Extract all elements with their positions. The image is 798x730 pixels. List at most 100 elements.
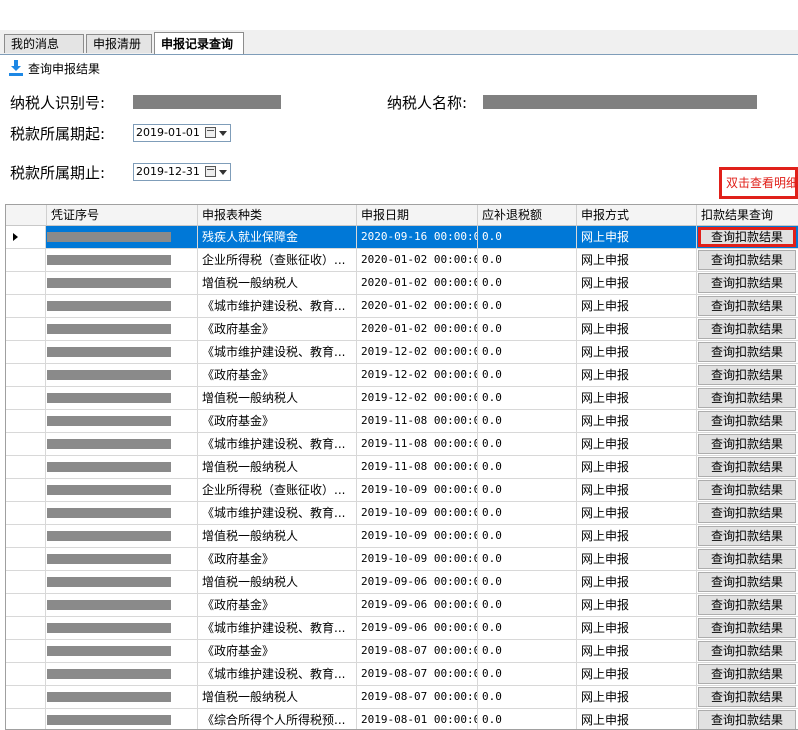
row-header[interactable] (6, 502, 46, 524)
col-declare-method[interactable]: 申报方式 (577, 205, 697, 225)
query-deduction-button[interactable]: 查询扣款结果 (698, 319, 796, 339)
row-header[interactable] (6, 433, 46, 455)
tab-declaration-list[interactable]: 申报清册 (86, 34, 152, 53)
tab-declaration-records[interactable]: 申报记录查询 (154, 32, 244, 54)
taxpayer-id-redacted (133, 95, 281, 109)
table-row[interactable]: 《政府基金》 2019-08-07 00:00:00 0.0 网上申报 查询扣款结果 (6, 640, 798, 663)
row-header[interactable] (6, 249, 46, 271)
calendar-icon[interactable] (205, 127, 216, 138)
query-deduction-button[interactable]: 查询扣款结果 (698, 434, 796, 454)
declare-method-cell: 网上申报 (577, 709, 697, 729)
table-row[interactable]: 增值税一般纳税人 2019-12-02 00:00:00 0.0 网上申报 查询扣款结果 (6, 387, 798, 410)
row-header[interactable] (6, 640, 46, 662)
period-end-picker[interactable]: 2019-12-31 (133, 163, 231, 181)
declare-method-cell: 网上申报 (577, 318, 697, 340)
table-row[interactable]: 《城市维护建设税、教育... 2019-09-06 00:00:00 0.0 网上申报… (6, 617, 798, 640)
table-row[interactable]: 增值税一般纳税人 2019-10-09 00:00:00 0.0 网上申报 查询扣款结果 (6, 525, 798, 548)
tax-amount-cell: 0.0 (478, 709, 577, 729)
declare-method-cell: 网上申报 (577, 341, 697, 363)
form-type-cell: 增值税一般纳税人 (198, 571, 357, 593)
row-header[interactable] (6, 571, 46, 593)
row-header[interactable] (6, 686, 46, 708)
query-deduction-button[interactable]: 查询扣款结果 (698, 687, 796, 707)
col-deduction-query[interactable]: 扣款结果查询 (697, 205, 798, 225)
col-form-type[interactable]: 申报表种类 (198, 205, 357, 225)
table-row[interactable]: 企业所得税（查账征收）... 2020-01-02 00:00:00 0.0 网上申报… (6, 249, 798, 272)
calendar-icon[interactable] (205, 166, 216, 177)
table-row[interactable]: 《城市维护建设税、教育... 2019-08-07 00:00:00 0.0 网上申报… (6, 663, 798, 686)
query-deduction-button[interactable]: 查询扣款结果 (698, 457, 796, 477)
voucher-no-cell (47, 709, 198, 729)
query-deduction-button[interactable]: 查询扣款结果 (698, 641, 796, 661)
row-header[interactable] (6, 594, 46, 616)
chevron-down-icon[interactable] (219, 131, 227, 136)
query-deduction-button[interactable]: 查询扣款结果 (698, 549, 796, 569)
row-header[interactable] (6, 410, 46, 432)
row-header[interactable] (6, 456, 46, 478)
form-type-cell: 企业所得税（查账征收）... (198, 479, 357, 501)
query-deduction-button[interactable]: 查询扣款结果 (698, 664, 796, 684)
table-row[interactable]: 《城市维护建设税、教育... 2020-01-02 00:00:00 0.0 网上申报… (6, 295, 798, 318)
col-tax-amount[interactable]: 应补退税额 (478, 205, 577, 225)
tab-messages[interactable]: 我的消息 (4, 34, 84, 53)
declare-date-cell: 2019-10-09 00:00:00 (357, 525, 478, 547)
table-row[interactable]: 增值税一般纳税人 2019-08-07 00:00:00 0.0 网上申报 查询扣款结果 (6, 686, 798, 709)
voucher-no-redacted (47, 278, 171, 288)
query-deduction-button[interactable]: 查询扣款结果 (698, 572, 796, 592)
period-start-picker[interactable]: 2019-01-01 (133, 124, 231, 142)
row-header[interactable] (6, 479, 46, 501)
form-type-cell: 《政府基金》 (198, 410, 357, 432)
table-row[interactable]: 《城市维护建设税、教育... 2019-11-08 00:00:00 0.0 网上申报… (6, 433, 798, 456)
table-row[interactable]: 《政府基金》 2019-11-08 00:00:00 0.0 网上申报 查询扣款结果 (6, 410, 798, 433)
row-header[interactable] (6, 364, 46, 386)
table-row[interactable]: 企业所得税（查账征收）... 2019-10-09 00:00:00 0.0 网上申报… (6, 479, 798, 502)
query-deduction-button[interactable]: 查询扣款结果 (698, 388, 796, 408)
query-deduction-button[interactable]: 查询扣款结果 (698, 503, 796, 523)
table-row[interactable]: 《城市维护建设税、教育... 2019-12-02 00:00:00 0.0 网上申报… (6, 341, 798, 364)
declare-method-cell: 网上申报 (577, 663, 697, 685)
row-header[interactable] (6, 387, 46, 409)
row-header[interactable] (6, 318, 46, 340)
table-row[interactable]: 增值税一般纳税人 2019-09-06 00:00:00 0.0 网上申报 查询扣款结果 (6, 571, 798, 594)
row-header[interactable] (6, 548, 46, 570)
query-deduction-button[interactable]: 查询扣款结果 (698, 411, 796, 431)
row-header[interactable] (6, 525, 46, 547)
taxpayer-name-label: 纳税人名称: (387, 94, 468, 112)
tab-bar: 我的消息 申报清册 申报记录查询 (0, 30, 798, 55)
download-icon (9, 60, 23, 76)
table-row[interactable]: 增值税一般纳税人 2019-11-08 00:00:00 0.0 网上申报 查询扣款结果 (6, 456, 798, 479)
top-blank-area (0, 0, 798, 30)
query-deduction-button[interactable]: 查询扣款结果 (698, 618, 796, 638)
query-deduction-button[interactable]: 查询扣款结果 (698, 526, 796, 546)
row-header[interactable] (6, 709, 46, 729)
declare-date-cell: 2019-12-02 00:00:00 (357, 364, 478, 386)
query-deduction-button[interactable]: 查询扣款结果 (698, 595, 796, 615)
row-header[interactable] (6, 226, 46, 248)
query-deduction-button[interactable]: 查询扣款结果 (698, 480, 796, 500)
query-deduction-button[interactable]: 查询扣款结果 (698, 273, 796, 293)
table-row[interactable]: 残疾人就业保障金 2020-09-16 00:00:00 0.0 网上申报 查询扣款结果 (6, 226, 798, 249)
col-declare-date[interactable]: 申报日期 (357, 205, 478, 225)
col-voucher-no[interactable]: 凭证序号 (47, 205, 198, 225)
form-type-cell: 企业所得税（查账征收）... (198, 249, 357, 271)
row-header[interactable] (6, 341, 46, 363)
row-header[interactable] (6, 295, 46, 317)
query-deduction-button[interactable]: 查询扣款结果 (698, 250, 796, 270)
table-row[interactable]: 《政府基金》 2020-01-02 00:00:00 0.0 网上申报 查询扣款结果 (6, 318, 798, 341)
table-row[interactable]: 《城市维护建设税、教育... 2019-10-09 00:00:00 0.0 网上申报… (6, 502, 798, 525)
table-row[interactable]: 增值税一般纳税人 2020-01-02 00:00:00 0.0 网上申报 查询扣款结果 (6, 272, 798, 295)
query-deduction-button[interactable]: 查询扣款结果 (698, 342, 796, 362)
row-header[interactable] (6, 617, 46, 639)
row-header[interactable] (6, 663, 46, 685)
table-row[interactable]: 《综合所得个人所得税预... 2019-08-01 00:00:00 0.0 网上申报… (6, 709, 798, 729)
table-row[interactable]: 《政府基金》 2019-10-09 00:00:00 0.0 网上申报 查询扣款结果 (6, 548, 798, 571)
chevron-down-icon[interactable] (219, 170, 227, 175)
query-deduction-button[interactable]: 查询扣款结果 (698, 296, 796, 316)
query-deduction-button[interactable]: 查询扣款结果 (698, 227, 796, 247)
query-deduction-button[interactable]: 查询扣款结果 (698, 365, 796, 385)
row-header[interactable] (6, 272, 46, 294)
table-row[interactable]: 《政府基金》 2019-09-06 00:00:00 0.0 网上申报 查询扣款结果 (6, 594, 798, 617)
query-deduction-button[interactable]: 查询扣款结果 (698, 710, 796, 729)
declare-method-cell: 网上申报 (577, 226, 697, 248)
table-row[interactable]: 《政府基金》 2019-12-02 00:00:00 0.0 网上申报 查询扣款结果 (6, 364, 798, 387)
